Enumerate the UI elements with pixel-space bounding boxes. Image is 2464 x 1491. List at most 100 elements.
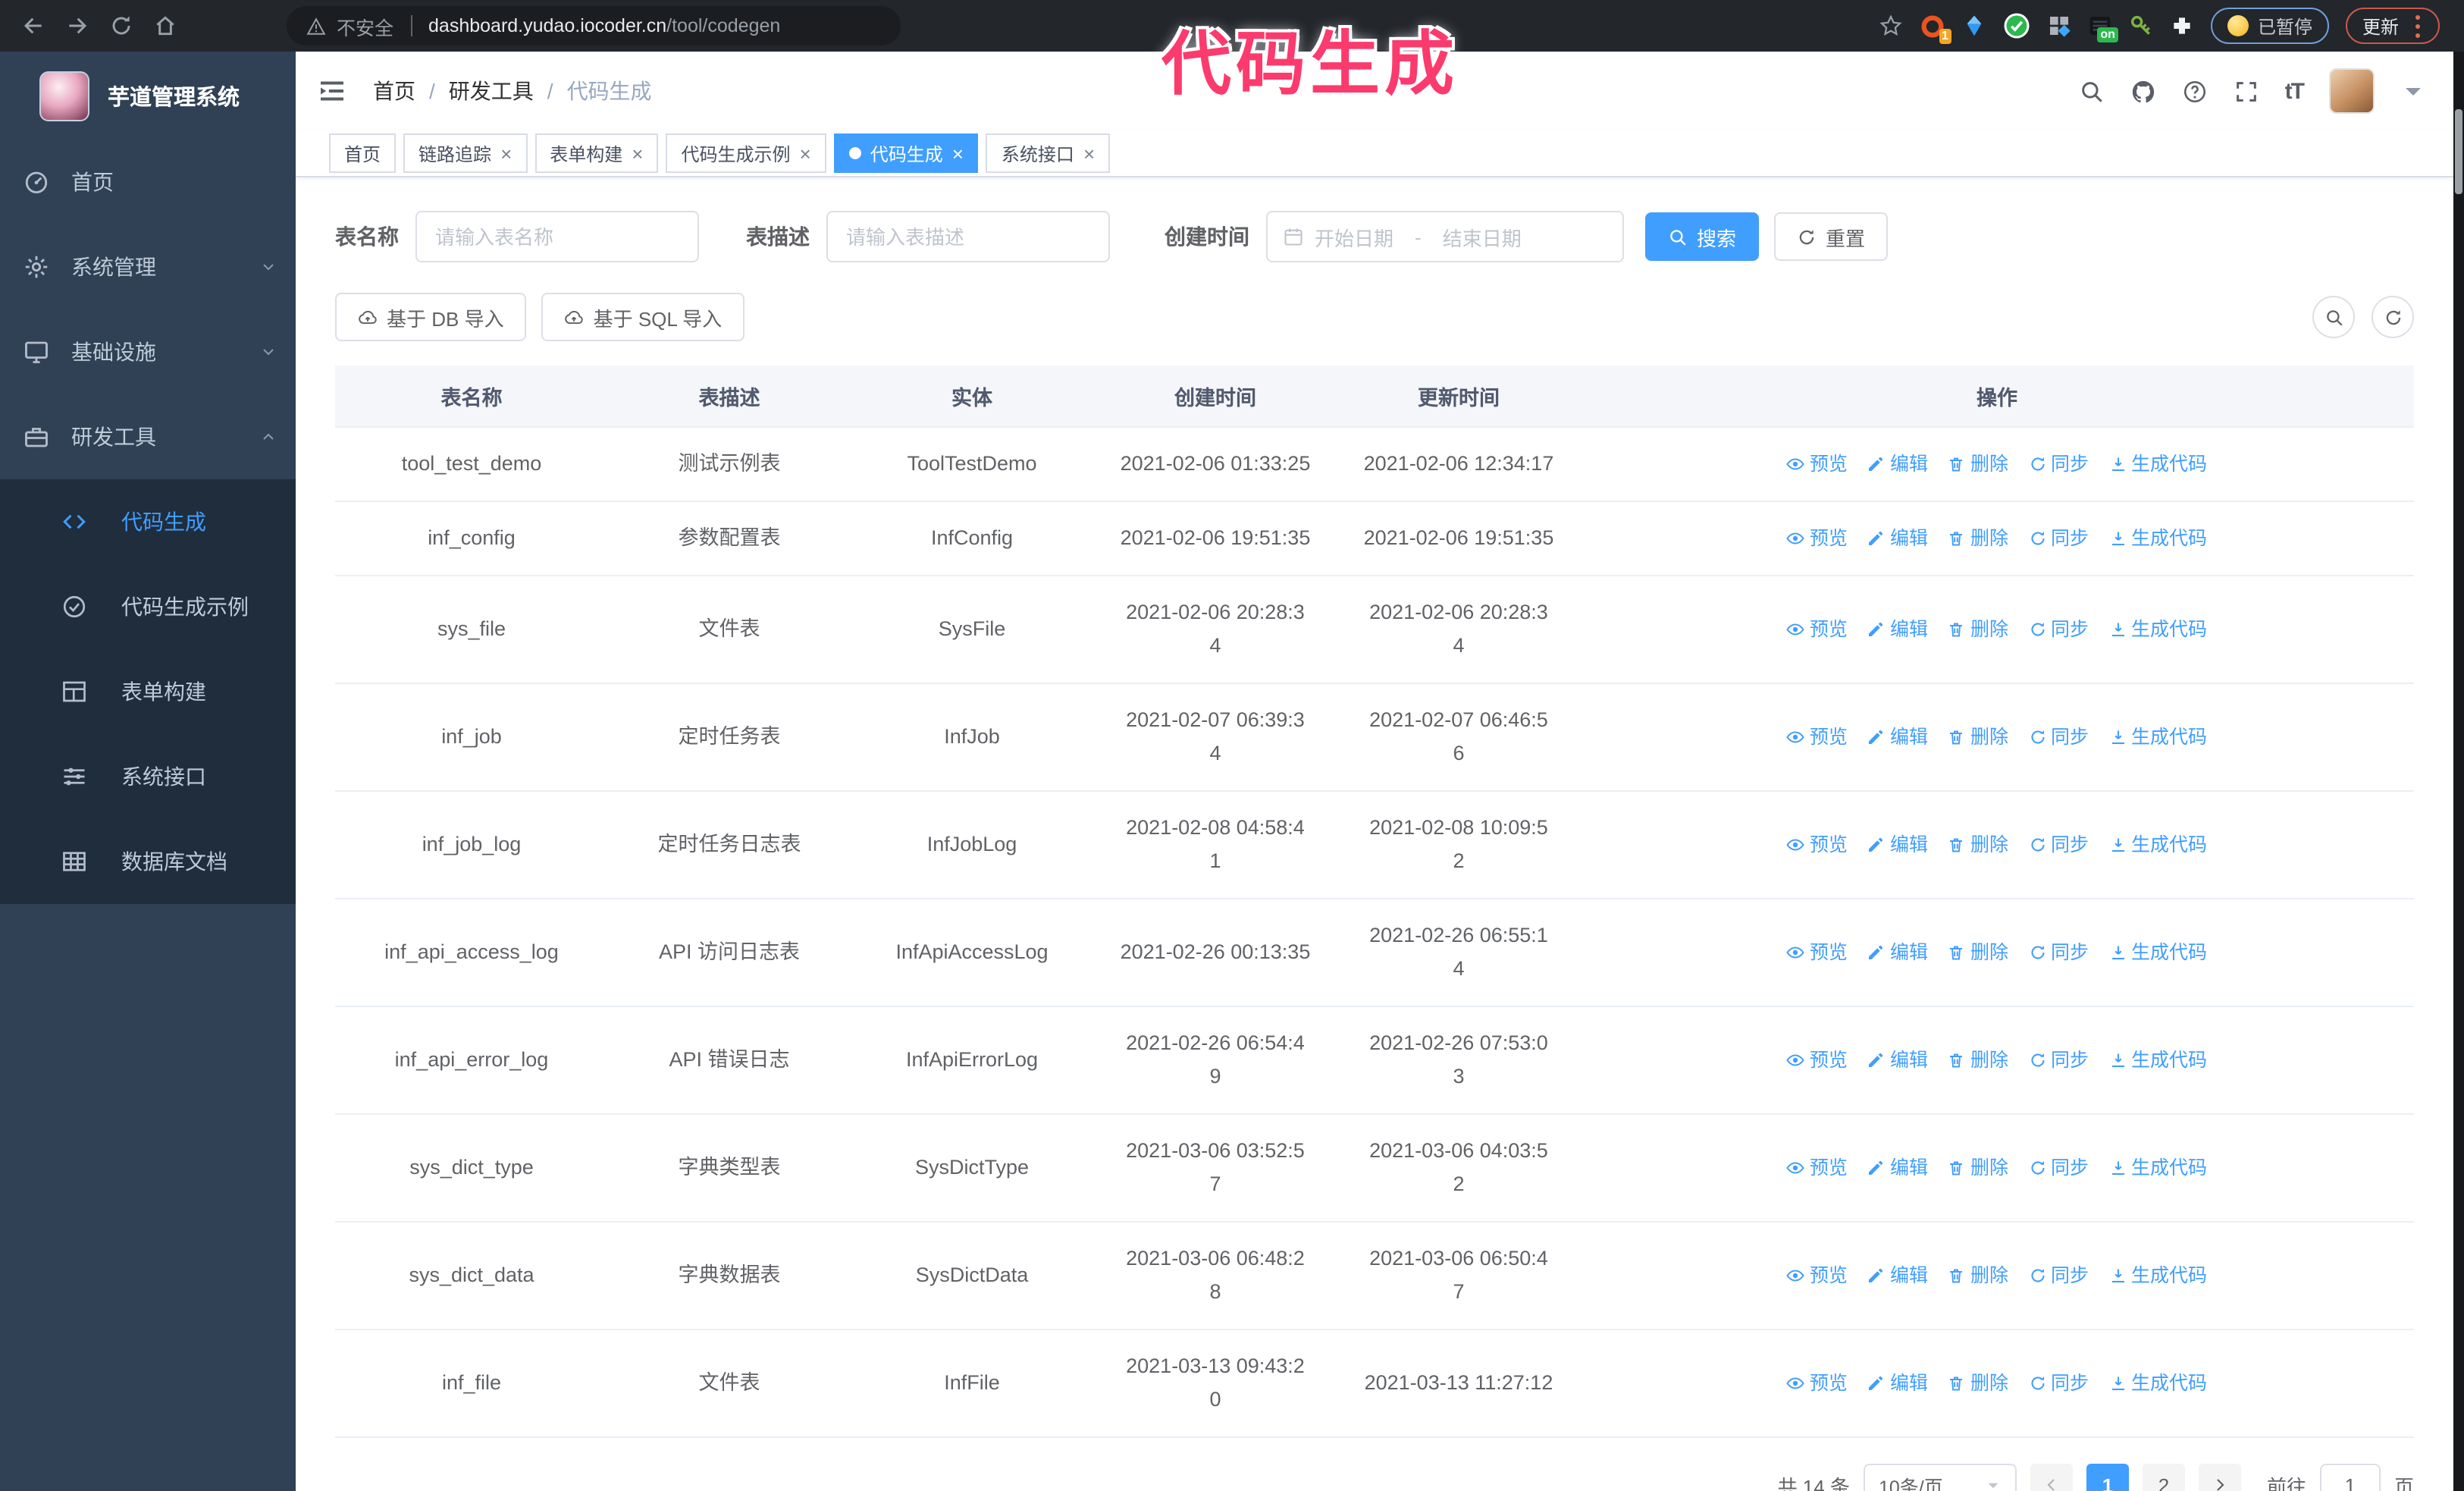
tab-form-builder[interactable]: 表单构建 × — [534, 133, 659, 173]
page-size-select[interactable]: 10条/页 — [1863, 1464, 2017, 1491]
prev-page-button[interactable] — [2030, 1464, 2073, 1491]
action-sync[interactable]: 同步 — [2028, 720, 2089, 754]
extension-orange-icon[interactable]: 1 — [1920, 13, 1951, 43]
action-edit[interactable]: 编辑 — [1867, 828, 1928, 862]
extension-check-icon[interactable] — [2003, 12, 2030, 39]
update-button[interactable]: 更新 — [2345, 8, 2440, 44]
close-icon[interactable]: × — [952, 142, 964, 165]
action-sync[interactable]: 同步 — [2028, 1259, 2089, 1292]
action-delete[interactable]: 删除 — [1948, 1259, 2008, 1292]
action-preview[interactable]: 预览 — [1787, 1151, 1848, 1185]
end-date-placeholder[interactable]: 结束日期 — [1443, 222, 1522, 251]
import-sql-button[interactable]: 基于 SQL 导入 — [541, 293, 745, 341]
action-delete[interactable]: 删除 — [1948, 447, 2008, 481]
sidebar-item-dev-tools[interactable]: 研发工具 — [0, 394, 296, 479]
action-preview[interactable]: 预览 — [1787, 720, 1848, 754]
extension-puzzle-icon[interactable] — [2170, 14, 2194, 38]
action-preview[interactable]: 预览 — [1787, 1259, 1848, 1292]
action-delete[interactable]: 删除 — [1948, 1044, 2008, 1077]
tab-codegen[interactable]: 代码生成 × — [833, 133, 979, 173]
search-button[interactable]: 搜索 — [1645, 212, 1760, 261]
import-db-button[interactable]: 基于 DB 导入 — [335, 293, 527, 341]
action-generate-code[interactable]: 生成代码 — [2108, 447, 2207, 481]
action-edit[interactable]: 编辑 — [1867, 1259, 1928, 1292]
tab-codegen-example[interactable]: 代码生成示例 × — [666, 133, 826, 173]
page-button-1[interactable]: 1 — [2086, 1464, 2129, 1491]
extension-grid-icon[interactable] — [2047, 14, 2071, 38]
action-edit[interactable]: 编辑 — [1867, 447, 1928, 481]
action-edit[interactable]: 编辑 — [1867, 1151, 1928, 1185]
action-preview[interactable]: 预览 — [1787, 936, 1848, 969]
help-icon[interactable] — [2182, 78, 2208, 104]
header-search-icon[interactable] — [2079, 78, 2105, 104]
action-preview[interactable]: 预览 — [1787, 447, 1848, 481]
extension-gem-icon[interactable] — [1962, 14, 1986, 38]
action-preview[interactable]: 预览 — [1787, 522, 1848, 555]
tab-home[interactable]: 首页 — [329, 133, 397, 173]
scrollbar-thumb[interactable] — [2455, 109, 2462, 194]
app-logo-row[interactable]: 芋道管理系统 — [0, 52, 296, 140]
action-delete[interactable]: 删除 — [1948, 1367, 2008, 1400]
extension-dark-icon[interactable]: on — [2088, 14, 2118, 42]
sidebar-item-infrastructure[interactable]: 基础设施 — [0, 309, 296, 394]
action-generate-code[interactable]: 生成代码 — [2108, 828, 2207, 862]
reload-icon[interactable] — [109, 14, 133, 38]
action-sync[interactable]: 同步 — [2028, 1367, 2089, 1400]
action-edit[interactable]: 编辑 — [1867, 1044, 1928, 1077]
action-preview[interactable]: 预览 — [1787, 828, 1848, 862]
action-generate-code[interactable]: 生成代码 — [2108, 1367, 2207, 1400]
action-preview[interactable]: 预览 — [1787, 613, 1848, 646]
date-range-picker[interactable]: 开始日期 - 结束日期 — [1266, 211, 1624, 262]
action-preview[interactable]: 预览 — [1787, 1044, 1848, 1077]
extension-key-icon[interactable] — [2129, 14, 2153, 38]
start-date-placeholder[interactable]: 开始日期 — [1315, 222, 1393, 251]
tab-system-api[interactable]: 系统接口 × — [986, 133, 1111, 173]
sidebar-item-home[interactable]: 首页 — [0, 140, 296, 224]
table-desc-input[interactable] — [826, 211, 1110, 262]
action-preview[interactable]: 预览 — [1787, 1367, 1848, 1400]
user-menu-caret-icon[interactable] — [2400, 78, 2426, 104]
action-delete[interactable]: 删除 — [1948, 1151, 2008, 1185]
action-sync[interactable]: 同步 — [2028, 936, 2089, 969]
toggle-search-button[interactable] — [2312, 296, 2355, 338]
action-generate-code[interactable]: 生成代码 — [2108, 1151, 2207, 1185]
close-icon[interactable]: × — [1083, 142, 1095, 165]
fullscreen-icon[interactable] — [2234, 78, 2259, 104]
action-delete[interactable]: 删除 — [1948, 522, 2008, 555]
action-sync[interactable]: 同步 — [2028, 828, 2089, 862]
sidebar-item-db-doc[interactable]: 数据库文档 — [0, 819, 296, 904]
window-scrollbar[interactable] — [2453, 52, 2464, 1491]
home-icon[interactable] — [153, 14, 177, 38]
reset-button[interactable]: 重置 — [1774, 212, 1889, 261]
action-generate-code[interactable]: 生成代码 — [2108, 720, 2207, 754]
close-icon[interactable]: × — [632, 142, 643, 165]
close-icon[interactable]: × — [800, 142, 811, 165]
action-edit[interactable]: 编辑 — [1867, 936, 1928, 969]
action-generate-code[interactable]: 生成代码 — [2108, 613, 2207, 646]
sidebar-item-form-builder[interactable]: 表单构建 — [0, 649, 296, 734]
sidebar-item-codegen[interactable]: 代码生成 — [0, 479, 296, 564]
action-edit[interactable]: 编辑 — [1867, 613, 1928, 646]
page-button-2[interactable]: 2 — [2142, 1464, 2185, 1491]
paused-extension-pill[interactable]: 已暂停 — [2210, 8, 2329, 44]
url-bar[interactable]: 不安全 dashboard.yudao.iocoder.cn/tool/code… — [287, 6, 901, 46]
action-edit[interactable]: 编辑 — [1867, 1367, 1928, 1400]
action-delete[interactable]: 删除 — [1948, 936, 2008, 969]
action-sync[interactable]: 同步 — [2028, 613, 2089, 646]
action-sync[interactable]: 同步 — [2028, 522, 2089, 555]
kebab-menu-icon[interactable] — [2415, 24, 2420, 28]
font-size-icon[interactable]: tT — [2285, 78, 2305, 104]
action-edit[interactable]: 编辑 — [1867, 522, 1928, 555]
action-delete[interactable]: 删除 — [1948, 613, 2008, 646]
action-sync[interactable]: 同步 — [2028, 1044, 2089, 1077]
action-generate-code[interactable]: 生成代码 — [2108, 1259, 2207, 1292]
action-generate-code[interactable]: 生成代码 — [2108, 522, 2207, 555]
bookmark-star-icon[interactable] — [1879, 14, 1903, 38]
sidebar-item-system-management[interactable]: 系统管理 — [0, 224, 296, 309]
action-generate-code[interactable]: 生成代码 — [2108, 936, 2207, 969]
tab-tracer[interactable]: 链路追踪 × — [403, 133, 528, 173]
back-icon[interactable] — [21, 14, 45, 38]
action-edit[interactable]: 编辑 — [1867, 720, 1928, 754]
goto-page-input[interactable] — [2319, 1464, 2381, 1491]
next-page-button[interactable] — [2198, 1464, 2241, 1491]
